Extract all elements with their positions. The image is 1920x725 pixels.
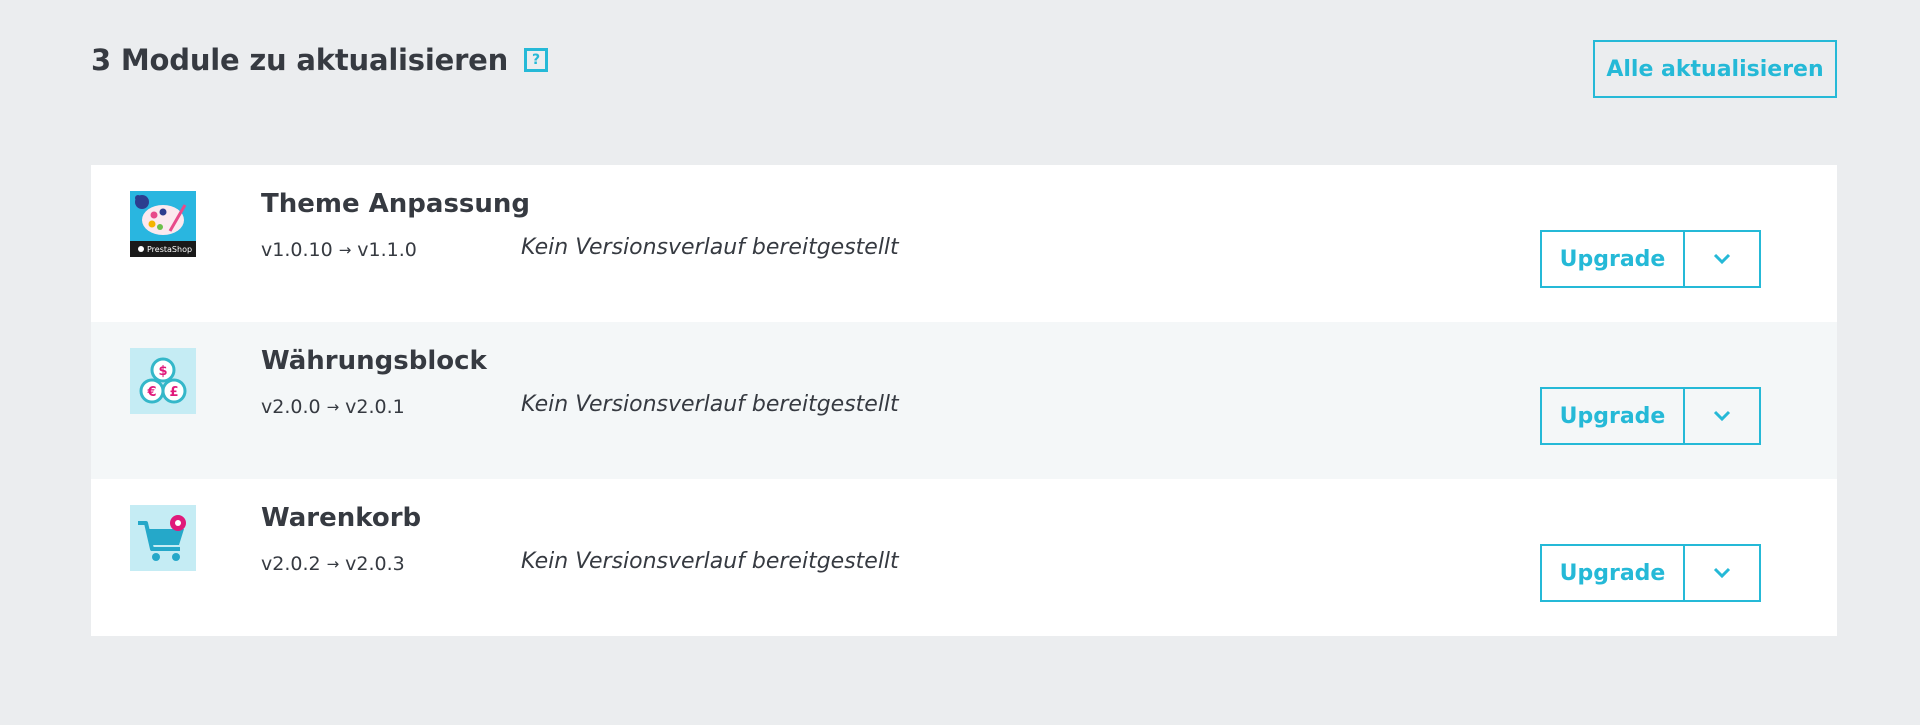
- module-row: $ € £ Währungsblock v2.0.0 → v2.0.1 Kein…: [91, 322, 1837, 479]
- chevron-down-icon: [1713, 253, 1731, 265]
- arrow-right-icon: →: [326, 398, 340, 416]
- version-to: v2.0.1: [345, 396, 405, 418]
- svg-text:€: €: [146, 385, 156, 400]
- page-header: 3 Module zu aktualisieren ? Alle aktuali…: [91, 40, 1837, 100]
- svg-text:£: £: [169, 385, 178, 400]
- module-version: v1.0.10 → v1.1.0: [261, 239, 417, 261]
- chevron-down-icon: [1713, 410, 1731, 422]
- upgrade-button-group: Upgrade: [1540, 544, 1761, 602]
- module-changelog: Kein Versionsverlauf bereitgestellt: [521, 392, 899, 417]
- chevron-down-icon: [1713, 567, 1731, 579]
- upgrade-button-group: Upgrade: [1540, 230, 1761, 288]
- module-row: PrestaShop Theme Anpassung v1.0.10 → v1.…: [91, 165, 1837, 322]
- module-version: v2.0.2 → v2.0.3: [261, 553, 405, 575]
- version-from: v1.0.10: [261, 239, 333, 261]
- help-icon[interactable]: ?: [524, 48, 549, 72]
- arrow-right-icon: →: [338, 241, 352, 259]
- upgrade-button[interactable]: Upgrade: [1542, 389, 1685, 443]
- currency-coins-icon: $ € £: [130, 348, 196, 414]
- dropdown-toggle-button[interactable]: [1685, 232, 1759, 286]
- module-name: Währungsblock: [261, 346, 487, 376]
- upgrade-button-group: Upgrade: [1540, 387, 1761, 445]
- dropdown-toggle-button[interactable]: [1685, 389, 1759, 443]
- module-row: Warenkorb v2.0.2 → v2.0.3 Kein Versionsv…: [91, 479, 1837, 636]
- module-name: Warenkorb: [261, 503, 422, 533]
- update-all-button[interactable]: Alle aktualisieren: [1593, 40, 1837, 98]
- shopping-cart-icon: [130, 505, 196, 571]
- arrow-right-icon: →: [326, 555, 340, 573]
- theme-palette-icon: PrestaShop: [130, 191, 196, 257]
- module-changelog: Kein Versionsverlauf bereitgestellt: [521, 235, 899, 260]
- svg-text:$: $: [158, 364, 167, 379]
- page-title: 3 Module zu aktualisieren: [91, 43, 509, 77]
- prestashop-logo-text: PrestaShop: [147, 245, 192, 254]
- version-from: v2.0.2: [261, 553, 321, 575]
- module-changelog: Kein Versionsverlauf bereitgestellt: [521, 549, 899, 574]
- upgrade-button[interactable]: Upgrade: [1542, 546, 1685, 600]
- version-to: v1.1.0: [357, 239, 417, 261]
- module-name: Theme Anpassung: [261, 189, 531, 219]
- version-to: v2.0.3: [345, 553, 405, 575]
- upgrade-button[interactable]: Upgrade: [1542, 232, 1685, 286]
- dropdown-toggle-button[interactable]: [1685, 546, 1759, 600]
- module-list: PrestaShop Theme Anpassung v1.0.10 → v1.…: [91, 165, 1837, 636]
- module-version: v2.0.0 → v2.0.1: [261, 396, 405, 418]
- title-wrap: 3 Module zu aktualisieren ?: [91, 40, 549, 80]
- version-from: v2.0.0: [261, 396, 321, 418]
